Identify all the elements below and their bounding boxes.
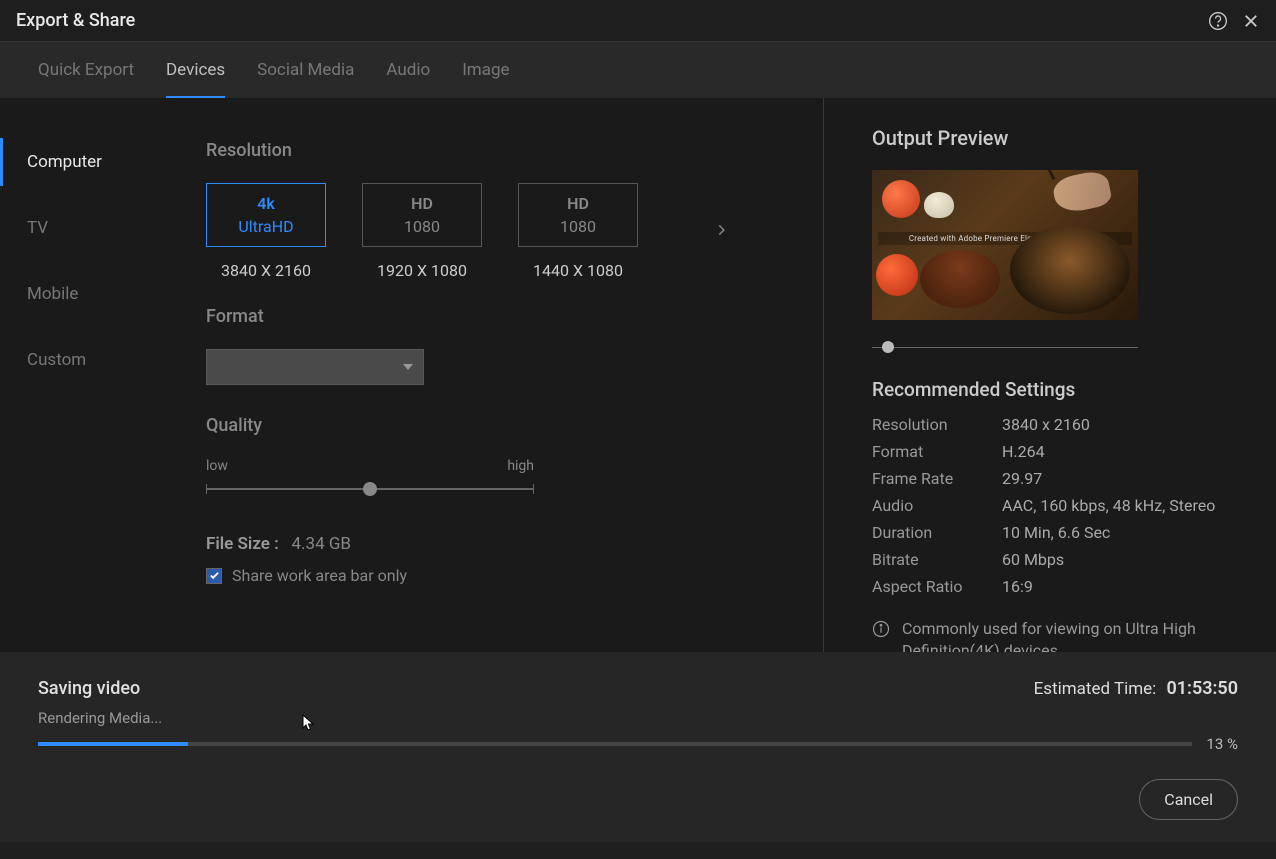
title-bar: Export & Share <box>0 0 1276 42</box>
filesize-label: File Size : <box>206 534 279 554</box>
resolution-dim: 1440 X 1080 <box>533 261 623 280</box>
recommended-row: Frame Rate29.97 <box>872 469 1248 488</box>
recommended-row: Resolution3840 x 2160 <box>872 415 1248 434</box>
tab-quick-export[interactable]: Quick Export <box>38 60 134 98</box>
rendering-status: Rendering Media... <box>38 709 1238 727</box>
quality-label: Quality <box>206 415 823 436</box>
recommended-value: 3840 x 2160 <box>1002 415 1090 434</box>
close-icon[interactable] <box>1242 12 1260 30</box>
tab-audio[interactable]: Audio <box>386 60 430 98</box>
estimated-time-label: Estimated Time: <box>1034 679 1157 699</box>
recommended-key: Frame Rate <box>872 469 1002 488</box>
output-preview-title: Output Preview <box>872 126 1248 150</box>
recommended-key: Bitrate <box>872 550 1002 569</box>
progress-bar <box>38 742 1192 746</box>
chevron-right-icon[interactable] <box>714 219 728 245</box>
filesize-value: 4.34 GB <box>291 534 351 554</box>
help-icon[interactable] <box>1208 11 1228 31</box>
quality-low-label: low <box>206 458 228 474</box>
saving-video-label: Saving video <box>38 678 140 699</box>
recommended-value: 16:9 <box>1002 577 1033 596</box>
recommended-key: Aspect Ratio <box>872 577 1002 596</box>
resolution-label: Resolution <box>206 140 823 161</box>
quality-high-label: high <box>507 458 534 474</box>
resolution-option-hd1440[interactable]: HD 1080 1440 X 1080 <box>518 183 638 280</box>
preview-thumbnail: Created with Adobe Premiere Elements tri… <box>872 170 1138 320</box>
quality-slider-thumb[interactable] <box>363 482 377 496</box>
recommended-value: H.264 <box>1002 442 1045 461</box>
recommended-row: Bitrate60 Mbps <box>872 550 1248 569</box>
recommended-value: 10 Min, 6.6 Sec <box>1002 523 1110 542</box>
recommended-key: Duration <box>872 523 1002 542</box>
tab-social-media[interactable]: Social Media <box>257 60 354 98</box>
subtab-tv[interactable]: TV <box>0 204 170 252</box>
footer: Saving video Estimated Time: 01:53:50 Re… <box>0 652 1276 842</box>
recommended-key: Resolution <box>872 415 1002 434</box>
recommended-row: Duration10 Min, 6.6 Sec <box>872 523 1248 542</box>
resolution-dim: 1920 X 1080 <box>377 261 467 280</box>
device-subtabs: Computer TV Mobile Custom <box>0 98 170 652</box>
recommended-key: Audio <box>872 496 1002 515</box>
tab-devices[interactable]: Devices <box>166 60 225 98</box>
recommended-value: 29.97 <box>1002 469 1042 488</box>
subtab-custom[interactable]: Custom <box>0 336 170 384</box>
subtab-computer[interactable]: Computer <box>0 138 170 186</box>
resolution-dim: 3840 X 2160 <box>221 261 311 280</box>
format-label: Format <box>206 306 823 327</box>
recommended-row: AudioAAC, 160 kbps, 48 kHz, Stereo <box>872 496 1248 515</box>
preview-scrubber-thumb[interactable] <box>882 341 894 353</box>
tab-image[interactable]: Image <box>462 60 509 98</box>
share-workarea-label: Share work area bar only <box>232 566 407 585</box>
estimated-time-value: 01:53:50 <box>1166 678 1238 699</box>
recommended-value: AAC, 160 kbps, 48 kHz, Stereo <box>1002 496 1215 515</box>
progress-percent: 13 % <box>1206 735 1238 753</box>
preview-scrubber[interactable] <box>872 338 1138 356</box>
share-workarea-checkbox[interactable] <box>206 568 222 584</box>
window-title: Export & Share <box>16 10 135 31</box>
cancel-button[interactable]: Cancel <box>1139 779 1238 820</box>
quality-slider[interactable] <box>206 482 534 496</box>
recommended-row: FormatH.264 <box>872 442 1248 461</box>
recommended-key: Format <box>872 442 1002 461</box>
resolution-option-4k[interactable]: 4k UltraHD 3840 X 2160 <box>206 183 326 280</box>
top-tab-bar: Quick Export Devices Social Media Audio … <box>0 42 1276 98</box>
recommended-row: Aspect Ratio16:9 <box>872 577 1248 596</box>
subtab-mobile[interactable]: Mobile <box>0 270 170 318</box>
recommended-settings-title: Recommended Settings <box>872 378 1248 401</box>
format-select[interactable] <box>206 349 424 385</box>
resolution-option-hd1920[interactable]: HD 1080 1920 X 1080 <box>362 183 482 280</box>
recommended-value: 60 Mbps <box>1002 550 1064 569</box>
